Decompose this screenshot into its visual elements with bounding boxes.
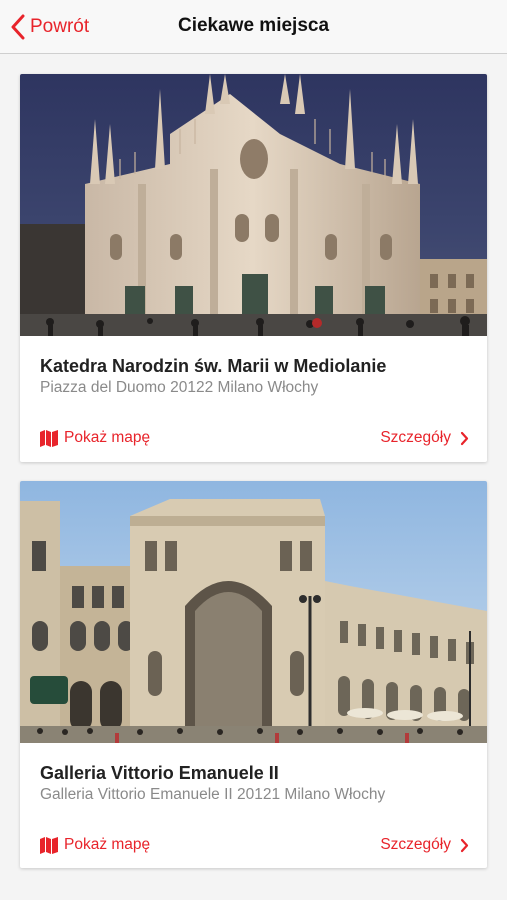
- cathedral-photo: [20, 74, 487, 336]
- map-icon: [40, 836, 58, 854]
- place-name: Galleria Vittorio Emanuele II: [40, 763, 279, 783]
- show-map-label: Pokaż mapę: [64, 836, 151, 853]
- details-label: Szczegóły: [380, 429, 451, 446]
- map-icon: [40, 429, 58, 447]
- page-title: Ciekawe miejsca: [177, 15, 330, 36]
- show-map-button[interactable]: Pokaż mapę: [40, 836, 150, 854]
- place-card[interactable]: Galleria Vittorio Emanuele II Galleria V…: [20, 481, 487, 868]
- chevron-right-icon: [460, 431, 469, 445]
- details-button[interactable]: Szczegóły: [380, 836, 469, 854]
- place-address: Galleria Vittorio Emanuele II 20121 Mila…: [40, 786, 386, 803]
- show-map-label: Pokaż mapę: [64, 429, 151, 446]
- navigation-bar: Powrót Ciekawe miejsca: [0, 0, 507, 54]
- details-label: Szczegóły: [380, 836, 451, 853]
- chevron-right-icon: [460, 838, 469, 852]
- place-name: Katedra Narodzin św. Marii w Mediolanie: [40, 356, 387, 376]
- show-map-button[interactable]: Pokaż mapę: [40, 429, 150, 447]
- details-button[interactable]: Szczegóły: [380, 429, 469, 447]
- place-address: Piazza del Duomo 20122 Milano Włochy: [40, 379, 319, 396]
- galleria-photo: [20, 481, 487, 743]
- place-card[interactable]: Katedra Narodzin św. Marii w Mediolanie …: [20, 74, 487, 462]
